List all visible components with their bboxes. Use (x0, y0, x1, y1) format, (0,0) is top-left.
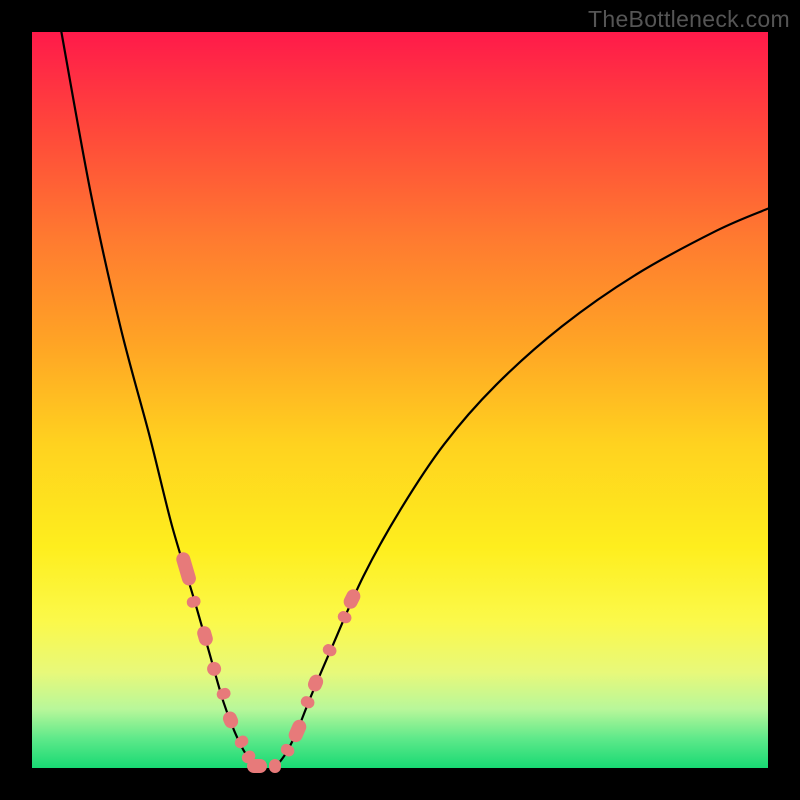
data-marker (299, 694, 316, 710)
watermark-text: TheBottleneck.com (588, 6, 790, 33)
data-marker (195, 624, 214, 647)
plot-area (32, 32, 768, 768)
data-marker (306, 673, 326, 694)
data-marker (279, 741, 297, 758)
data-marker (286, 718, 308, 745)
data-marker (247, 759, 267, 773)
data-marker (186, 595, 203, 610)
marker-layer (32, 32, 768, 768)
data-marker (341, 587, 362, 611)
data-marker (336, 609, 353, 625)
data-marker (221, 710, 241, 731)
data-marker (233, 734, 251, 751)
data-marker (206, 660, 223, 678)
outer-frame: TheBottleneck.com (0, 0, 800, 800)
data-marker (175, 551, 198, 588)
data-marker (321, 642, 338, 658)
data-marker (269, 759, 280, 773)
data-marker (215, 687, 232, 702)
